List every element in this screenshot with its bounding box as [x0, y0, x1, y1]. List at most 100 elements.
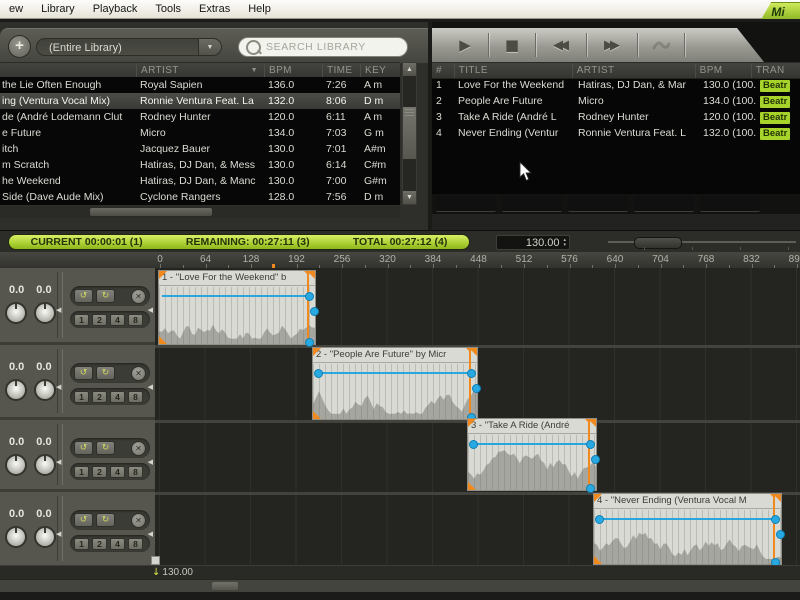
loop-length-button-4[interactable]: 4 [110, 314, 125, 326]
remove-loop-button[interactable]: ✕ [131, 289, 146, 304]
library-track-row[interactable]: e FutureMicro134.07:03G m [0, 125, 400, 141]
volume-handle[interactable] [776, 530, 785, 539]
collapse-left-icon[interactable]: ◀ [56, 530, 61, 538]
volume-knob[interactable] [5, 302, 27, 324]
library-vertical-scrollbar[interactable]: ▲ ▼ [402, 62, 417, 205]
menu-item-extras[interactable]: Extras [190, 2, 239, 16]
timeline-hscroll-thumb[interactable] [212, 582, 238, 590]
volume-line[interactable] [162, 295, 306, 297]
menu-item-playback[interactable]: Playback [84, 2, 147, 16]
volume-handle[interactable] [305, 338, 314, 347]
loop-length-button-8[interactable]: 8 [128, 391, 143, 403]
volume-line[interactable] [597, 518, 772, 520]
loop-back-button[interactable]: ↺ [74, 289, 93, 303]
library-track-row[interactable]: ing (Ventura Vocal Mix)Ronnie Ventura Fe… [0, 93, 400, 109]
loop-forward-button[interactable]: ↻ [96, 513, 115, 527]
play-button[interactable]: ▶ [442, 32, 488, 58]
playlist-slot[interactable] [568, 196, 628, 212]
clip-outro-marker[interactable] [469, 348, 471, 419]
library-track-row[interactable]: Side (Dave Aude Mix)Cyclone Rangers128.0… [0, 189, 400, 205]
next-button[interactable]: ▶▶ [587, 32, 637, 58]
volume-line[interactable] [316, 372, 468, 374]
stop-button[interactable]: ■ [489, 32, 535, 58]
library-horizontal-scrollbar[interactable] [0, 206, 400, 218]
timeline-clip[interactable]: 1 - "Love For the Weekend" b [158, 270, 316, 345]
collapse-right-icon[interactable]: ◀ [148, 458, 153, 466]
playlist-track-row[interactable]: 1Love For the WeekendHatiras, DJ Dan, & … [432, 77, 800, 93]
collapse-left-icon[interactable]: ◀ [56, 383, 61, 391]
timeline-tracks[interactable]: 1 - "Love For the Weekend" b2 - "People … [155, 268, 800, 565]
loop-back-button[interactable]: ↺ [74, 513, 93, 527]
tempo-slider-thumb[interactable] [634, 237, 682, 249]
volume-handle[interactable] [595, 515, 604, 524]
clip-outro-marker[interactable] [773, 494, 775, 564]
eq-knob[interactable] [34, 302, 56, 324]
menu-item-tools[interactable]: Tools [146, 2, 190, 16]
volume-knob[interactable] [5, 454, 27, 476]
playlist-track-row[interactable]: 4Never Ending (VenturRonnie Ventura Feat… [432, 125, 800, 141]
eq-knob[interactable] [34, 379, 56, 401]
loop-length-button-8[interactable]: 8 [128, 466, 143, 478]
playlist-column-header-bpm[interactable]: BPM [695, 63, 751, 78]
library-column-header-time[interactable]: TIME [322, 63, 360, 78]
previous-button[interactable]: ◀◀ [536, 32, 586, 58]
clip-outro-marker[interactable] [307, 271, 309, 344]
eq-knob[interactable] [34, 454, 56, 476]
loop-forward-button[interactable]: ↻ [96, 289, 115, 303]
timeline-clip[interactable]: 4 - "Never Ending (Ventura Vocal M [593, 493, 782, 565]
menu-item-ew[interactable]: ew [0, 2, 32, 16]
volume-handle[interactable] [586, 484, 595, 493]
library-column-header-key[interactable]: KEY [360, 63, 400, 78]
library-scrollbar-thumb[interactable] [403, 107, 416, 159]
transition-badge[interactable]: Beatr [760, 96, 790, 108]
library-hscroll-thumb[interactable] [90, 208, 212, 216]
playlist-slot[interactable] [634, 196, 694, 212]
loop-length-button-4[interactable]: 4 [110, 391, 125, 403]
volume-handle[interactable] [591, 455, 600, 464]
loop-length-button-4[interactable]: 4 [110, 538, 125, 550]
menu-item-library[interactable]: Library [32, 2, 84, 16]
volume-knob[interactable] [5, 526, 27, 548]
volume-handle[interactable] [771, 558, 780, 565]
volume-handle[interactable] [314, 369, 323, 378]
transition-badge[interactable]: Beatr [760, 112, 790, 124]
loop-length-button-2[interactable]: 2 [92, 538, 107, 550]
playlist-slot[interactable] [700, 196, 760, 212]
bpm-stepper-icon[interactable]: ▴▾ [563, 238, 569, 248]
collapse-right-icon[interactable]: ◀ [148, 306, 153, 314]
loop-length-button-2[interactable]: 2 [92, 466, 107, 478]
add-playlist-button[interactable]: + [8, 35, 31, 58]
library-column-header-artist[interactable]: ARTIST▼ [136, 63, 264, 78]
collapse-right-icon[interactable]: ◀ [148, 530, 153, 538]
volume-handle[interactable] [472, 384, 481, 393]
volume-handle[interactable] [469, 440, 478, 449]
timeline-horizontal-scrollbar[interactable] [0, 579, 800, 593]
library-column-header-bpm[interactable]: BPM [264, 63, 322, 78]
loop-forward-button[interactable]: ↻ [96, 441, 115, 455]
timeline-clip[interactable]: 3 - "Take A Ride (André [467, 418, 597, 491]
loop-length-button-4[interactable]: 4 [110, 466, 125, 478]
library-track-row[interactable]: itchJacquez Bauer130.07:01A#m [0, 141, 400, 157]
loop-length-button-8[interactable]: 8 [128, 314, 143, 326]
eq-knob[interactable] [34, 526, 56, 548]
collection-dropdown-arrow[interactable]: ▼ [198, 38, 222, 56]
master-bpm-field[interactable]: 130.00 ▴▾ [496, 235, 570, 250]
transition-badge[interactable]: Beatr [760, 80, 790, 92]
playlist-slot[interactable] [502, 196, 562, 212]
remove-loop-button[interactable]: ✕ [131, 366, 146, 381]
collapse-left-icon[interactable]: ◀ [56, 306, 61, 314]
volume-handle[interactable] [771, 515, 780, 524]
transition-badge[interactable]: Beatr [760, 128, 790, 140]
volume-knob[interactable] [5, 379, 27, 401]
volume-handle[interactable] [467, 369, 476, 378]
library-track-row[interactable]: the Lie Often EnoughRoyal Sapien136.07:2… [0, 77, 400, 93]
library-track-row[interactable]: he WeekendHatiras, DJ Dan, & Manc130.07:… [0, 173, 400, 189]
loop-length-button-1[interactable]: 1 [74, 391, 89, 403]
volume-handle[interactable] [586, 440, 595, 449]
menu-item-help[interactable]: Help [239, 2, 280, 16]
loop-length-button-1[interactable]: 1 [74, 314, 89, 326]
timeline-clip[interactable]: 2 - "People Are Future" by Micr [312, 347, 478, 420]
remove-loop-button[interactable]: ✕ [131, 513, 146, 528]
loop-back-button[interactable]: ↺ [74, 441, 93, 455]
loop-length-button-1[interactable]: 1 [74, 466, 89, 478]
